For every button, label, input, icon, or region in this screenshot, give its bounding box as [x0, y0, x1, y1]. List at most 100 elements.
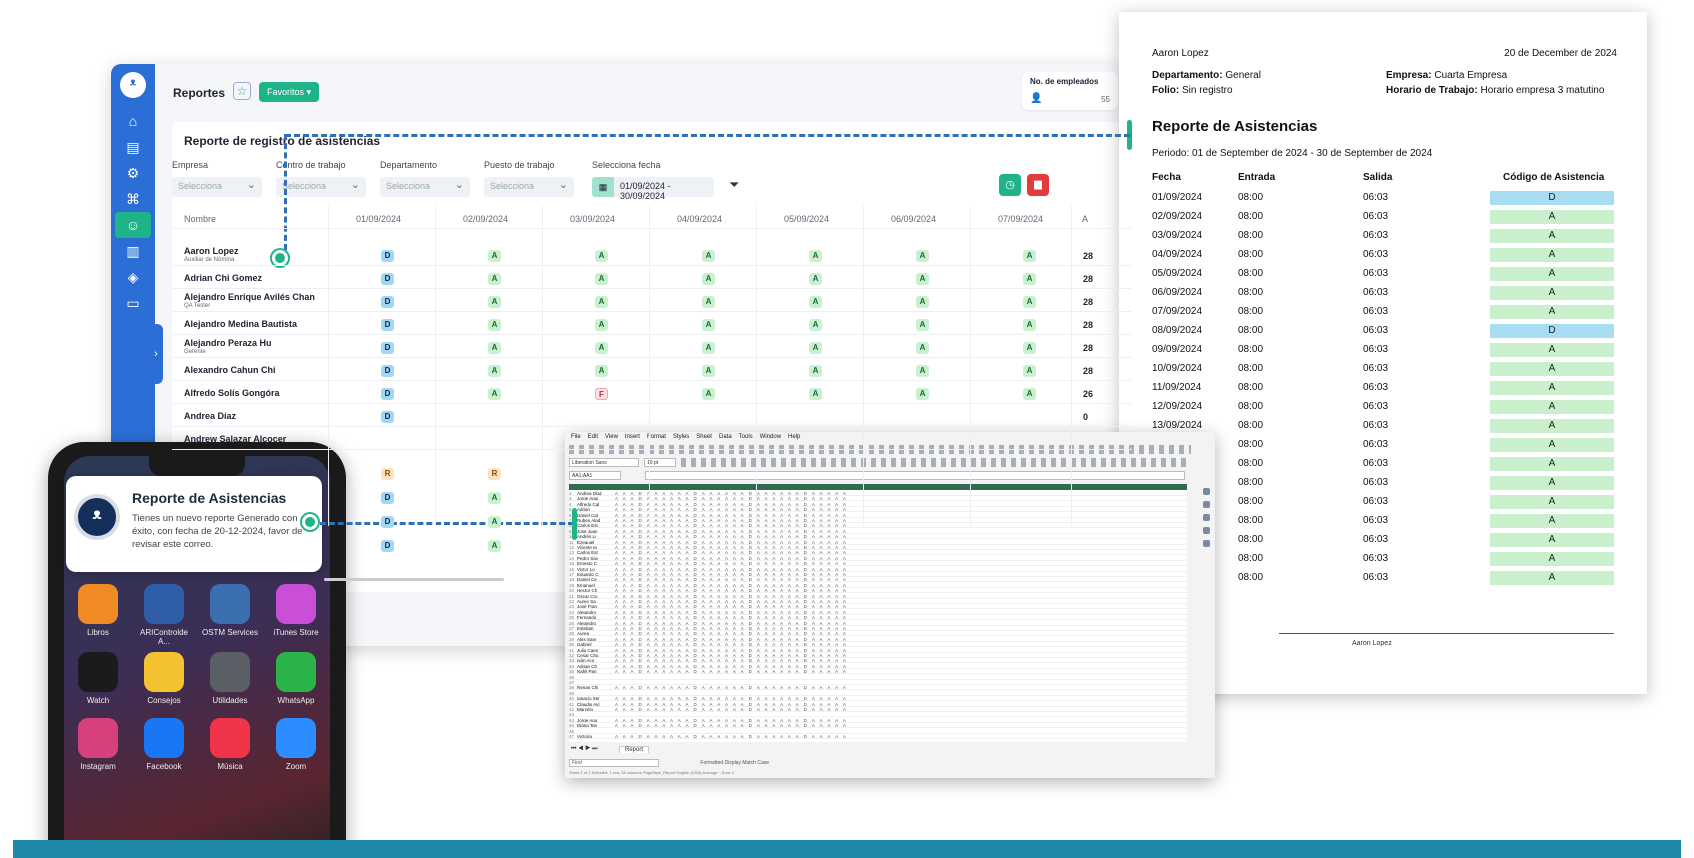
star-icon[interactable]: ☆ — [233, 82, 251, 100]
attendance-code-badge[interactable]: A — [809, 250, 822, 262]
attendance-code-badge[interactable]: A — [702, 273, 715, 285]
attendance-code-badge[interactable]: D — [381, 388, 394, 400]
tab-report[interactable]: Report — [619, 746, 650, 753]
attendance-code-badge[interactable]: A — [702, 342, 715, 354]
clock-export-button[interactable]: ◷ — [999, 174, 1021, 196]
filter-select-puesto[interactable]: Selecciona — [484, 177, 574, 197]
settings-icon[interactable]: ⚙ — [111, 160, 155, 186]
table-row[interactable]: 17 Eduardo CA A A D A A A A A A D A A A A… — [569, 572, 1187, 577]
attendance-code-badge[interactable]: A — [595, 273, 608, 285]
attendance-code-badge[interactable]: A — [809, 388, 822, 400]
attendance-code-badge[interactable]: A — [1023, 365, 1036, 377]
favorites-button[interactable]: Favoritos ▾ — [259, 82, 320, 102]
menu-item[interactable]: Styles — [673, 434, 689, 440]
table-row[interactable]: 2 Andrea Díaz A A A D A A A A A A D A A A … — [569, 491, 1187, 496]
attendance-code-badge[interactable]: A — [916, 296, 929, 308]
table-row[interactable]: 5 Adrian A A A D A A A A A A D A A A A A A… — [569, 507, 1187, 513]
attendance-code-badge[interactable]: A — [916, 273, 929, 285]
table-row[interactable]: 38 Renan Chi A A A D A A A A A A D A A A A… — [569, 685, 1187, 691]
attendance-code-badge[interactable]: A — [809, 296, 822, 308]
table-row[interactable]: 9 Jose Juan A A A D A A A A A A D A A A A … — [569, 529, 1187, 534]
attendance-code-badge[interactable]: D — [381, 411, 394, 423]
attendance-code-badge[interactable]: R — [381, 468, 394, 480]
attendance-code-badge[interactable]: D — [381, 342, 394, 354]
attendance-code-badge[interactable]: A — [488, 365, 501, 377]
attendance-code-badge[interactable]: A — [488, 250, 501, 262]
inbox-icon[interactable]: ▭ — [111, 290, 155, 316]
app-icon[interactable] — [276, 718, 316, 758]
table-row[interactable]: 41 Claudio Aví A A A D A A A A A A D A A A… — [569, 702, 1187, 707]
attendance-code-badge[interactable]: D — [381, 296, 394, 308]
find-options[interactable]: Formatted Display Match Case — [700, 760, 769, 766]
table-row[interactable]: 4 Alfredo Cal A A A D A A A A A A D A A A … — [569, 502, 1187, 507]
table-row[interactable]: 32 Cesar Chu A A A D A A A A A A D A A A A… — [569, 653, 1187, 658]
tab-nav-arrows-icon[interactable]: ⏮ ◀ ▶ ⏭ — [571, 746, 598, 753]
table-row[interactable]: 20 Hector Ch A A A D A A A A A A D A A A A… — [569, 588, 1187, 594]
navigator-icon[interactable] — [1202, 527, 1210, 534]
menu-item[interactable]: Data — [719, 434, 732, 440]
menu-item[interactable]: Tools — [739, 434, 753, 440]
table-row[interactable]: 11 Ezequiel A A A D A A A A A A D A A A A … — [569, 540, 1187, 545]
attendance-code-badge[interactable]: A — [809, 365, 822, 377]
menu-item[interactable]: File — [571, 434, 581, 440]
attendance-code-badge[interactable]: A — [702, 296, 715, 308]
app-icon[interactable] — [78, 584, 118, 624]
attendance-code-badge[interactable]: A — [595, 296, 608, 308]
app-icon[interactable] — [210, 718, 250, 758]
table-row[interactable]: 33 Iván Aco A A A D A A A A A A D A A A A … — [569, 658, 1187, 664]
table-row[interactable]: 35 Nahil Pan A A A D A A A A A A D A A A A… — [569, 669, 1187, 675]
employee-name-cell[interactable]: Andrea Díaz — [184, 411, 236, 421]
functions-icon[interactable] — [1202, 540, 1210, 547]
app-icon[interactable] — [276, 652, 316, 692]
attendance-code-badge[interactable]: D — [381, 516, 394, 528]
notification-banner[interactable]: ᵜ Reporte de Asistencias Tienes un nuevo… — [66, 476, 322, 572]
filter-select-empresa[interactable]: Selecciona — [172, 177, 262, 197]
table-row[interactable]: 6 Daniel Cat A A A D A A A A A A D A A A A… — [569, 513, 1187, 518]
table-row[interactable]: 10Andrés LiA A A D A A A A A A D A A A A… — [569, 534, 1187, 540]
app-icon[interactable] — [144, 652, 184, 692]
table-row[interactable]: 37 — [569, 680, 1187, 685]
app-logo-icon[interactable]: ᵜ — [120, 72, 146, 98]
table-row[interactable]: 29 Alex Sam A A A D A A A A A A D A A A A … — [569, 637, 1187, 642]
attendance-code-badge[interactable]: A — [809, 273, 822, 285]
attendance-code-badge[interactable]: R — [488, 468, 501, 480]
employee-name-cell[interactable]: Alfredo Solís Gongóra — [184, 388, 280, 398]
employee-name-cell[interactable]: Alejandro Medina Bautista — [184, 319, 297, 329]
app-icon[interactable] — [210, 652, 250, 692]
attendance-code-badge[interactable]: A — [702, 365, 715, 377]
employee-name-cell[interactable]: Alejandro Peraza Hu Gerente — [184, 338, 272, 355]
table-row[interactable]: 3 Jorge Agui A A A D A A A A A A D A A A A… — [569, 496, 1187, 502]
attendance-code-badge[interactable]: A — [1023, 250, 1036, 262]
spreadsheet-grid[interactable]: 2 Andrea Díaz A A A D A A A A A A D A A A … — [569, 484, 1187, 742]
attendance-code-badge[interactable]: D — [381, 540, 394, 552]
attendance-code-badge[interactable]: A — [595, 250, 608, 262]
table-row[interactable]: 7 Ruben Alad A A A D A A A A A A D A A A A… — [569, 518, 1187, 523]
find-input[interactable]: Find — [569, 759, 659, 767]
table-row[interactable]: 42 Marcelo A A A D A A A A A A D A A A A A… — [569, 707, 1187, 712]
table-row[interactable]: 26 Alejandro A A A D A A A A A A D A A A A… — [569, 621, 1187, 626]
table-row[interactable]: 14 Pedro Sav A A A D A A A A A A D A A A A… — [569, 556, 1187, 561]
table-row[interactable]: 21 Oscar Cru A A A D A A A A A A D A A A A… — [569, 594, 1187, 599]
formula-input[interactable] — [645, 471, 1185, 480]
menu-item[interactable]: Help — [788, 434, 800, 440]
employee-name-cell[interactable]: Aaron Lopez Auxiliar de Nómina — [184, 246, 239, 263]
documents-icon[interactable]: ▤ — [111, 134, 155, 160]
attendance-code-badge[interactable]: A — [916, 388, 929, 400]
table-row[interactable]: 15 Ernesto CA A A D A A A A A A D A A A A… — [569, 561, 1187, 567]
format-toolbar[interactable] — [681, 458, 1191, 467]
users-icon[interactable]: ☺ — [115, 212, 151, 238]
table-row[interactable]: 44 Jorge Agu A A A D A A A A A A D A A A A… — [569, 718, 1187, 723]
attendance-code-badge[interactable]: A — [916, 250, 929, 262]
attendance-code-badge[interactable]: A — [702, 250, 715, 262]
app-icon[interactable] — [210, 584, 250, 624]
table-row[interactable]: 16 Victor Lo A A A D A A A A A A D A A A A… — [569, 567, 1187, 572]
attendance-code-badge[interactable]: D — [381, 492, 394, 504]
table-row[interactable]: 25 Fernando A A A D A A A A A A D A A A A … — [569, 615, 1187, 621]
employee-name-cell[interactable]: Alexandro Cahun Chi — [184, 365, 276, 375]
table-row[interactable]: 22 Aureo Sa A A A D A A A A A A D A A A A … — [569, 599, 1187, 604]
attendance-code-badge[interactable]: A — [488, 540, 501, 552]
pdf-export-button[interactable]: ▆ — [1027, 174, 1049, 196]
attendance-code-badge[interactable]: A — [488, 492, 501, 504]
table-row[interactable]: 19 Emanuel A A A D A A A A A A D A A A A A… — [569, 583, 1187, 588]
attendance-code-badge[interactable]: A — [916, 319, 929, 331]
